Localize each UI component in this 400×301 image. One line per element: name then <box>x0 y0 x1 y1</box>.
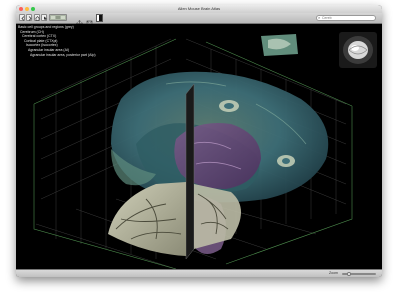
brain-orientation-icon <box>343 36 373 64</box>
status-bar: Zoom <box>16 269 382 277</box>
app-window: Allen Mouse Brain Atlas ⌕ Cereb Basic ce… <box>16 5 382 277</box>
top-slice-fragment <box>261 34 298 56</box>
zoom-slider-knob[interactable] <box>346 271 351 276</box>
window-title: Allen Mouse Brain Atlas <box>177 6 221 11</box>
sagittal-cutting-plane <box>185 83 195 260</box>
half-fill-icon <box>97 15 99 21</box>
cursor-icon <box>43 16 47 20</box>
pan-tool-button[interactable] <box>76 14 83 27</box>
search-box[interactable]: ⌕ <box>316 15 376 21</box>
tree-item-selected[interactable]: Agranular insular area, posterior part (… <box>18 53 104 58</box>
back-icon <box>20 15 24 21</box>
structure-tree: Basic cell groups and regions (grey) Cer… <box>18 25 104 57</box>
home-button[interactable] <box>34 14 40 21</box>
forward-icon <box>28 15 32 21</box>
search-input[interactable] <box>322 16 374 20</box>
fit-view-button[interactable] <box>86 14 93 27</box>
title-bar: Allen Mouse Brain Atlas <box>16 5 382 13</box>
zoom-slider[interactable] <box>342 271 376 276</box>
color-swatch-icon <box>61 16 65 19</box>
color-swatch-icon <box>51 16 55 19</box>
background-color-button[interactable] <box>96 14 103 22</box>
search-icon: ⌕ <box>318 15 321 20</box>
forward-button[interactable] <box>26 14 32 21</box>
back-button[interactable] <box>19 14 25 21</box>
toolbar: ⌕ <box>16 13 382 27</box>
pointer-tool-button[interactable] <box>41 14 47 21</box>
orientation-thumbnail[interactable] <box>339 32 377 68</box>
color-swatch-icon <box>56 16 60 19</box>
home-icon <box>35 15 40 21</box>
zoom-label: Zoom <box>329 271 338 275</box>
color-mode-toggle[interactable] <box>49 14 67 21</box>
